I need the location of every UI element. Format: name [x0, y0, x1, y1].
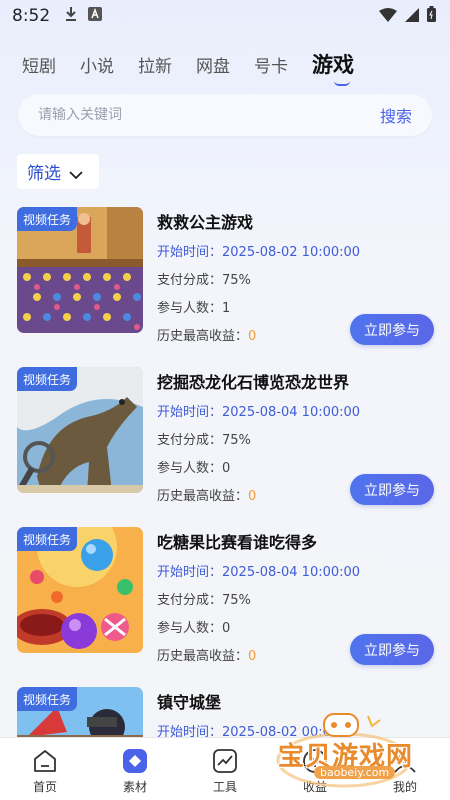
- nav-earnings[interactable]: 收益: [270, 738, 360, 800]
- video-task-badge: 视频任务: [17, 367, 78, 391]
- start-time: 开始时间：2025-08-02 00:00: [157, 725, 340, 737]
- download-icon: [64, 6, 78, 26]
- nav-tools[interactable]: 工具: [180, 738, 270, 800]
- task-card[interactable]: 视频任务 吃糖果比赛看谁吃得多 开始时间：2025-08-04 10:00:00…: [0, 527, 450, 672]
- nav-profile-label: 我的: [392, 780, 417, 794]
- start-time: 开始时间：2025-08-04 10:00:00: [157, 405, 361, 420]
- payment-share: 支付分成：75%: [157, 593, 251, 608]
- task-title: 挖掘恐龙化石博览恐龙世界: [157, 373, 350, 392]
- start-time: 开始时间：2025-08-02 10:00:00: [157, 245, 361, 260]
- max-income: 历史最高收益：0: [157, 649, 257, 664]
- active-tab-indicator: [334, 81, 350, 86]
- signal-icon: [405, 7, 419, 26]
- tab-referral[interactable]: 拉新: [138, 52, 172, 77]
- max-income-value: 0: [248, 329, 257, 344]
- search-button[interactable]: 搜索: [380, 103, 412, 127]
- task-card[interactable]: 视频任务 镇守城堡 开始时间：2025-08-02 00:00: [0, 687, 450, 737]
- max-income-value: 0: [248, 649, 257, 664]
- game-thumbnail: 视频任务: [17, 687, 143, 737]
- status-bar: 8:52: [0, 0, 450, 32]
- start-time: 开始时间：2025-08-04 10:00:00: [157, 565, 361, 580]
- max-income: 历史最高收益：0: [157, 489, 257, 504]
- nav-earnings-label: 收益: [302, 780, 327, 794]
- wifi-icon: [379, 7, 397, 26]
- video-task-badge: 视频任务: [17, 527, 78, 551]
- home-icon: [32, 748, 58, 774]
- tab-sim-card[interactable]: 号卡: [254, 52, 288, 77]
- search-bar: 搜索: [18, 94, 432, 136]
- participant-count: 参与人数：1: [157, 301, 231, 316]
- filter-label: 筛选: [27, 164, 61, 184]
- material-icon: [122, 748, 148, 774]
- tab-games[interactable]: 游戏: [312, 49, 354, 86]
- game-thumbnail: 视频任务: [17, 367, 143, 493]
- task-card[interactable]: 视频任务 救救公主游戏 开始时间：2025-08-02 10:00:00 支付分…: [0, 207, 450, 352]
- tab-novel[interactable]: 小说: [80, 52, 114, 77]
- nav-tools-label: 工具: [212, 780, 237, 794]
- filter-dropdown[interactable]: 筛选: [17, 154, 99, 189]
- max-income-value: 0: [248, 489, 257, 504]
- tools-icon: [212, 748, 238, 774]
- category-tabs: 短剧 小说 拉新 网盘 号卡 游戏: [0, 44, 450, 86]
- nav-profile[interactable]: 我的: [360, 738, 450, 800]
- video-task-badge: 视频任务: [17, 687, 78, 711]
- app-notification-icon: [88, 7, 103, 25]
- payment-share: 支付分成：75%: [157, 273, 251, 288]
- max-income: 历史最高收益：0: [157, 329, 257, 344]
- join-button[interactable]: 立即参与: [350, 474, 434, 505]
- profile-icon: [392, 748, 418, 774]
- task-title: 吃糖果比赛看谁吃得多: [157, 533, 318, 552]
- tab-netdisk[interactable]: 网盘: [196, 52, 230, 77]
- join-button[interactable]: 立即参与: [350, 314, 434, 345]
- nav-home[interactable]: 首页: [0, 738, 90, 800]
- search-input[interactable]: [38, 107, 380, 123]
- participant-count: 参与人数：0: [157, 461, 231, 476]
- chevron-down-icon: [69, 166, 83, 179]
- nav-home-label: 首页: [32, 780, 57, 794]
- nav-material[interactable]: 素材: [90, 738, 180, 800]
- task-title: 救救公主游戏: [157, 213, 254, 232]
- game-thumbnail: 视频任务: [17, 527, 143, 653]
- bottom-nav: 首页 素材 工具 收益 我的: [0, 737, 450, 800]
- earnings-icon: [302, 748, 328, 774]
- video-task-badge: 视频任务: [17, 207, 78, 231]
- payment-share: 支付分成：75%: [157, 433, 251, 448]
- join-button[interactable]: 立即参与: [350, 634, 434, 665]
- game-thumbnail: 视频任务: [17, 207, 143, 333]
- tab-short-drama[interactable]: 短剧: [22, 52, 56, 77]
- status-time: 8:52: [12, 6, 51, 26]
- participant-count: 参与人数：0: [157, 621, 231, 636]
- nav-material-label: 素材: [122, 780, 147, 794]
- battery-icon: [427, 6, 436, 26]
- task-title: 镇守城堡: [157, 693, 222, 712]
- task-card[interactable]: 视频任务 挖掘恐龙化石博览恐龙世界 开始时间：2025-08-04 10:00:…: [0, 367, 450, 512]
